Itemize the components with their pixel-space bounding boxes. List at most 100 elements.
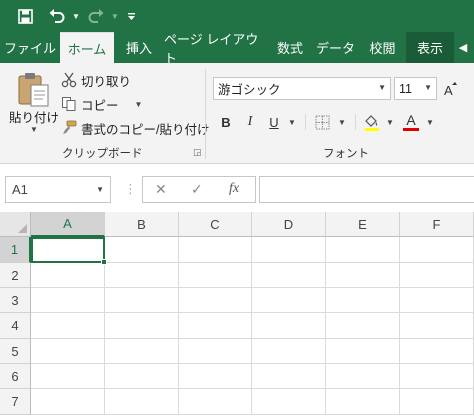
tab-page-layout[interactable]: ページ レイアウト [164, 32, 268, 66]
column-header-e[interactable]: E [326, 212, 400, 237]
cell-d5[interactable] [252, 339, 326, 364]
column-header-d[interactable]: D [252, 212, 326, 237]
font-name-select[interactable]: 游ゴシック ▼ [213, 77, 391, 100]
cell-f3[interactable] [400, 288, 474, 313]
tab-scroll-left-icon[interactable]: ◀ [454, 32, 472, 63]
cell-a7[interactable] [31, 389, 105, 415]
cell-c2[interactable] [179, 263, 252, 288]
cell-b6[interactable] [105, 364, 179, 389]
column-header-c[interactable]: C [179, 212, 252, 237]
fill-color-dropdown-icon[interactable]: ▼ [385, 111, 395, 133]
cell-f4[interactable] [400, 313, 474, 339]
cell-d3[interactable] [252, 288, 326, 313]
cell-e7[interactable] [326, 389, 400, 415]
save-icon[interactable] [18, 4, 33, 28]
cell-c6[interactable] [179, 364, 252, 389]
enter-icon[interactable]: ✓ [191, 181, 203, 198]
cell-c1[interactable] [179, 237, 252, 263]
cell-e1[interactable] [326, 237, 400, 263]
cell-d1[interactable] [252, 237, 326, 263]
cell-e4[interactable] [326, 313, 400, 339]
clipboard-launcher-icon[interactable]: ◲ [193, 147, 202, 158]
tab-home[interactable]: ホーム [60, 32, 114, 63]
cell-e5[interactable] [326, 339, 400, 364]
formula-input[interactable] [259, 176, 474, 203]
cell-f1[interactable] [400, 237, 474, 263]
bold-button[interactable]: B [218, 111, 234, 133]
cell-b1[interactable] [105, 237, 179, 263]
cell-d7[interactable] [252, 389, 326, 415]
cell-a6[interactable] [31, 364, 105, 389]
select-all-button[interactable] [0, 212, 31, 237]
copy-dropdown-icon[interactable]: ▼ [135, 100, 143, 109]
cell-c5[interactable] [179, 339, 252, 364]
formula-bar-grip-icon[interactable]: ⋮ [124, 181, 137, 197]
cut-button[interactable]: 切り取り [60, 69, 131, 91]
font-color-label: A [406, 112, 416, 128]
copy-button[interactable]: コピー ▼ [60, 93, 142, 115]
cell-e2[interactable] [326, 263, 400, 288]
cell-f7[interactable] [400, 389, 474, 415]
paste-dropdown-icon[interactable]: ▼ [30, 125, 38, 134]
row-header-2[interactable]: 2 [0, 263, 31, 288]
cell-a5[interactable] [31, 339, 105, 364]
column-header-b[interactable]: B [105, 212, 179, 237]
cell-d6[interactable] [252, 364, 326, 389]
cell-b5[interactable] [105, 339, 179, 364]
tab-data[interactable]: データ [312, 32, 359, 63]
cell-e3[interactable] [326, 288, 400, 313]
underline-dropdown-icon[interactable]: ▼ [287, 111, 297, 133]
cell-c7[interactable] [179, 389, 252, 415]
row-header-6[interactable]: 6 [0, 364, 31, 389]
cell-e6[interactable] [326, 364, 400, 389]
name-box[interactable]: A1 ▼ [5, 176, 111, 203]
cell-a3[interactable] [31, 288, 105, 313]
column-header-a[interactable]: A [31, 212, 105, 237]
cell-a2[interactable] [31, 263, 105, 288]
customize-toolbar-icon[interactable] [127, 4, 136, 28]
increase-font-size-button[interactable]: A [442, 77, 458, 100]
tab-file[interactable]: ファイル [0, 32, 60, 63]
cell-b4[interactable] [105, 313, 179, 339]
cell-f6[interactable] [400, 364, 474, 389]
fill-handle[interactable] [101, 259, 107, 265]
cell-b7[interactable] [105, 389, 179, 415]
undo-icon[interactable] [49, 4, 65, 28]
cell-c3[interactable] [179, 288, 252, 313]
cell-c4[interactable] [179, 313, 252, 339]
format-painter-button[interactable]: 書式のコピー/貼り付け [60, 117, 209, 139]
redo-icon[interactable] [88, 4, 104, 28]
borders-button[interactable] [312, 111, 332, 133]
font-size-select[interactable]: 11 ▼ [394, 77, 437, 100]
tab-insert[interactable]: 挿入 [114, 32, 164, 63]
row-header-3[interactable]: 3 [0, 288, 31, 313]
cell-a4[interactable] [31, 313, 105, 339]
cell-d4[interactable] [252, 313, 326, 339]
borders-dropdown-icon[interactable]: ▼ [337, 111, 347, 133]
underline-button[interactable]: U [266, 111, 282, 133]
tab-formulas[interactable]: 数式 [268, 32, 312, 63]
paste-label[interactable]: 貼り付け [9, 107, 59, 126]
column-header-f[interactable]: F [400, 212, 474, 237]
cell-d2[interactable] [252, 263, 326, 288]
active-cell-a1[interactable] [31, 237, 105, 263]
cancel-icon[interactable]: ✕ [155, 181, 167, 198]
row-header-4[interactable]: 4 [0, 313, 31, 339]
row-header-1[interactable]: 1 [0, 237, 31, 263]
tab-review[interactable]: 校閲 [359, 32, 406, 63]
fill-color-button[interactable] [362, 111, 382, 133]
cell-b2[interactable] [105, 263, 179, 288]
redo-dropdown-icon[interactable]: ▼ [111, 4, 119, 28]
font-color-dropdown-icon[interactable]: ▼ [425, 111, 435, 133]
copy-label: コピー [81, 98, 119, 113]
row-header-5[interactable]: 5 [0, 339, 31, 364]
cell-b3[interactable] [105, 288, 179, 313]
font-color-button[interactable]: A [401, 111, 421, 133]
tab-view[interactable]: 表示 [406, 32, 454, 63]
cell-f5[interactable] [400, 339, 474, 364]
italic-button[interactable]: I [242, 111, 258, 133]
row-header-7[interactable]: 7 [0, 389, 31, 415]
cell-f2[interactable] [400, 263, 474, 288]
undo-dropdown-icon[interactable]: ▼ [72, 4, 80, 28]
insert-function-icon[interactable]: fx [229, 181, 239, 197]
